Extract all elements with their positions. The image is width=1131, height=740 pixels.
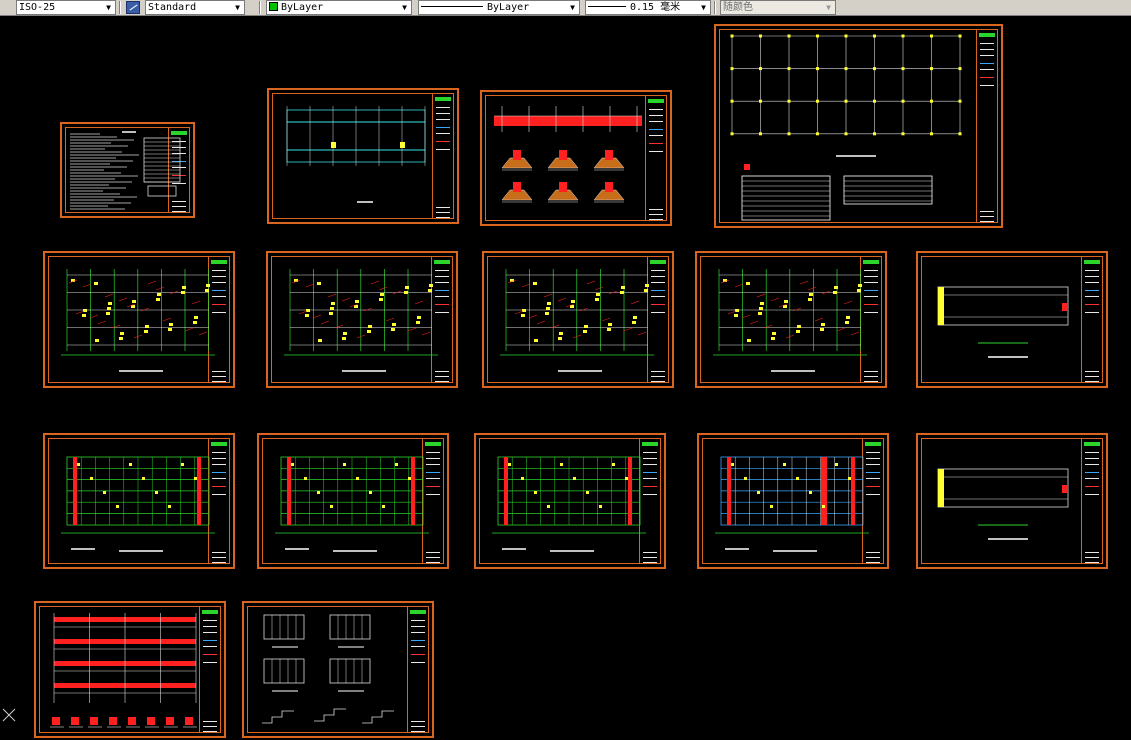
drawing-sheet-column-layout-plan[interactable] [714,24,1003,228]
sheet-drawing [284,269,438,372]
lineweight-dropdown[interactable]: 0.15 毫米 ▼ [585,0,711,15]
lineweight-value: 0.15 毫米 [630,2,681,13]
sheet-drawing [262,614,394,724]
chevron-down-icon: ▼ [231,1,244,14]
linetype-preview [421,5,483,7]
textstyle-dropdown[interactable]: Standard ▼ [145,0,245,15]
drawing-sheet-floor-framing-4[interactable] [695,251,887,388]
text-style-manager-icon[interactable] [126,1,140,14]
color-swatch [269,2,278,11]
sheet-drawing [715,456,869,552]
drawing-sheet-slab-reinforcement-4[interactable] [697,433,889,569]
sheet-drawing [275,456,429,552]
dimstyle-dropdown[interactable]: ISO-25 ▼ [16,0,116,15]
chevron-down-icon: ▼ [822,1,835,14]
sheet-drawing [713,269,867,372]
chevron-down-icon: ▼ [697,1,710,14]
drawing-sheet-stair-details[interactable] [242,601,434,738]
drawing-sheet-stair-section[interactable] [34,601,226,738]
lineweight-preview [588,5,626,7]
toolbar-separator [119,1,121,14]
sheet-drawing [730,34,962,221]
drawing-sheet-design-notes[interactable] [60,122,195,218]
sheet-drawing [70,131,181,210]
color-dropdown[interactable]: ByLayer ▼ [266,0,412,15]
sheet-drawing [492,456,646,552]
plotstyle-dropdown[interactable]: 随颜色 ▼ [720,0,836,15]
drawing-sheet-slab-reinforcement-3[interactable] [474,433,666,569]
sheet-drawing [61,456,215,552]
sheet-drawing [500,269,654,372]
model-space-canvas[interactable] [0,16,1131,740]
sheet-drawing [50,613,197,728]
properties-toolbar: ISO-25 ▼ Standard ▼ ByLayer ▼ ByLayer ▼ … [0,0,1131,16]
chevron-down-icon: ▼ [398,1,411,14]
sheet-drawing [61,269,215,372]
sheet-drawing [286,106,426,203]
textstyle-value: Standard [148,2,197,13]
sheet-drawing [937,468,1069,540]
toolbar-separator [714,1,716,14]
ucs-icon [2,708,16,722]
plotstyle-value: 随颜色 [723,2,753,13]
drawing-sheet-slab-reinforcement-2[interactable] [257,433,449,569]
drawing-sheet-roof-framing-2[interactable] [916,433,1108,569]
drawing-sheet-foundation-plan[interactable] [267,88,459,224]
sheet-drawing [937,286,1069,358]
drawing-sheet-floor-framing-1[interactable] [43,251,235,388]
toolbar-separator [259,1,261,14]
color-value: ByLayer [281,2,324,13]
drawing-sheet-floor-framing-2[interactable] [266,251,458,388]
sheet-drawing [494,106,642,203]
chevron-down-icon: ▼ [102,1,115,14]
chevron-down-icon: ▼ [566,1,579,14]
dimstyle-value: ISO-25 [19,2,56,13]
linetype-dropdown[interactable]: ByLayer ▼ [418,0,580,15]
linetype-value: ByLayer [487,2,530,13]
drawing-sheet-footing-details[interactable] [480,90,672,226]
drawing-sheet-slab-reinforcement-1[interactable] [43,433,235,569]
drawing-sheet-roof-framing-1[interactable] [916,251,1108,388]
drawing-sheet-floor-framing-3[interactable] [482,251,674,388]
